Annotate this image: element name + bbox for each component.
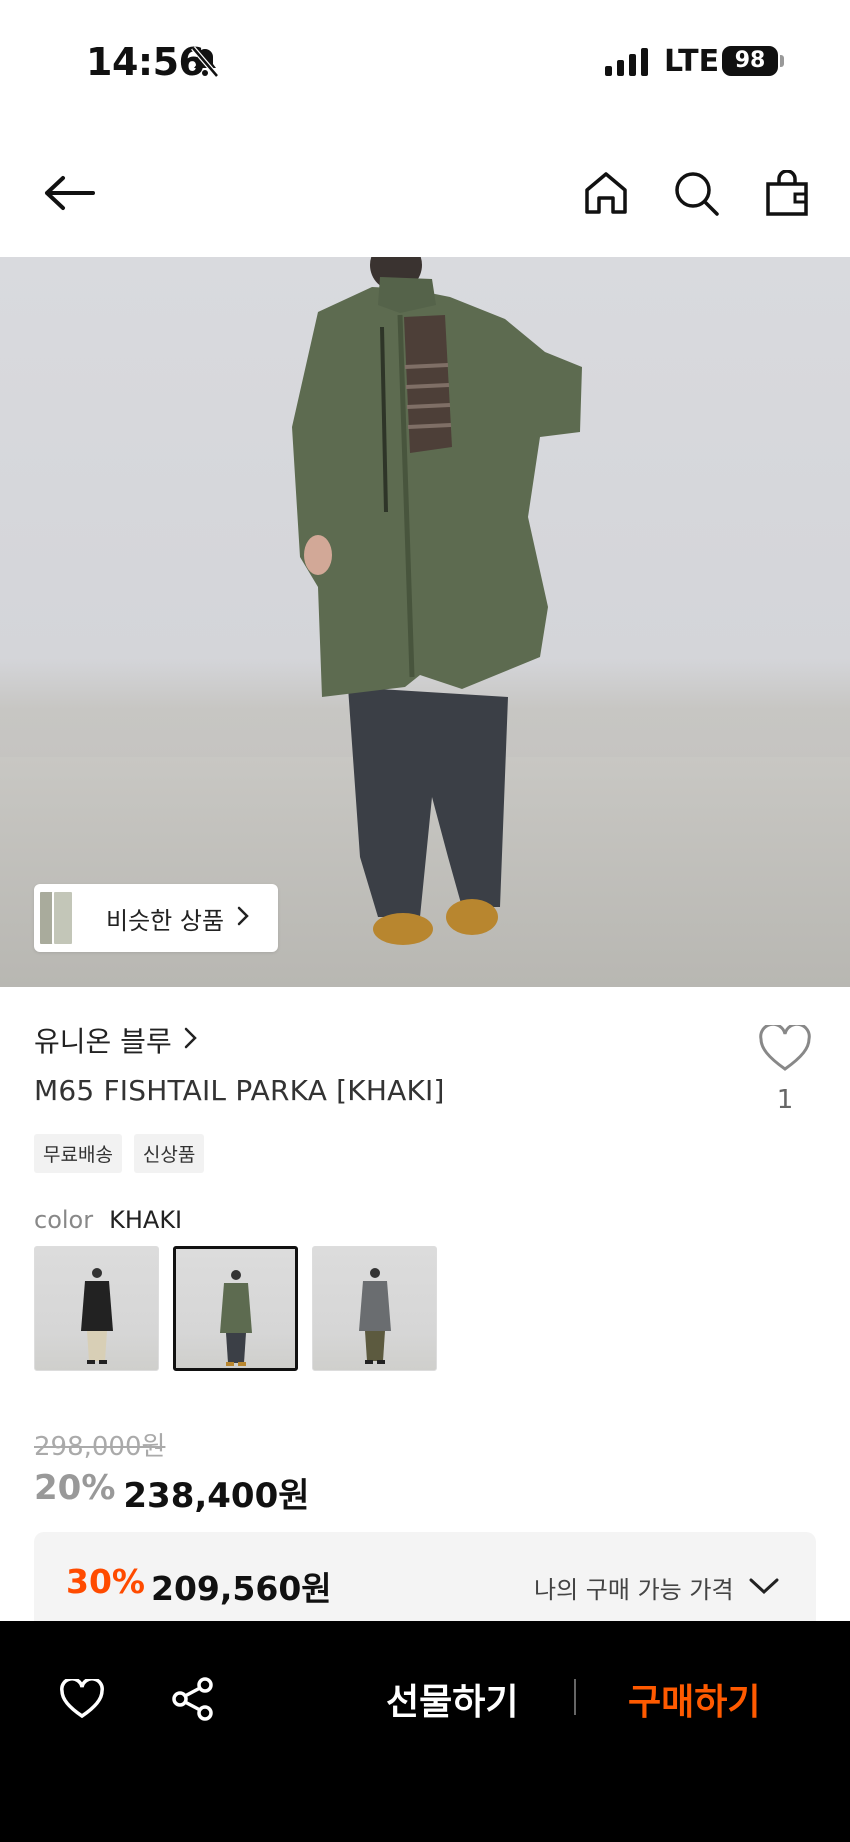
home-icon[interactable] — [577, 164, 635, 222]
like-count: 1 — [776, 1085, 794, 1115]
status-bar: 14:56 LTE 98 — [0, 0, 850, 125]
sale-price: 238,400원 — [123, 1476, 310, 1516]
product-tags: 무료배송 신상품 — [34, 1134, 205, 1173]
top-nav — [0, 150, 850, 256]
signal-icon — [605, 48, 649, 80]
bell-slash-icon — [190, 46, 220, 82]
brand-link[interactable]: 유니온 블루 — [34, 1020, 198, 1060]
network-type: LTE — [664, 44, 720, 79]
my-price-label: 나의 구매 가능 가격 — [534, 1576, 734, 1604]
original-price: 298,000원 — [34, 1432, 166, 1462]
tag-free-shipping: 무료배송 — [34, 1134, 122, 1173]
sale-price-row: 20% 238,400원 — [34, 1468, 310, 1517]
my-price-toggle[interactable]: 나의 구매 가능 가격 — [534, 1570, 780, 1605]
battery-level: 98 — [722, 46, 778, 76]
similar-products-button[interactable]: 비슷한 상품 — [34, 884, 278, 952]
similar-thumbs — [34, 884, 82, 952]
battery-tip — [780, 55, 784, 67]
similar-label: 비슷한 상품 — [106, 906, 225, 935]
color-swatches — [34, 1246, 437, 1371]
share-icon[interactable] — [163, 1669, 223, 1729]
search-icon[interactable] — [667, 164, 725, 222]
divider — [574, 1679, 576, 1715]
color-value: KHAKI — [109, 1206, 183, 1234]
my-discount-percent: 30% — [66, 1562, 145, 1601]
chevron-down-icon — [748, 1574, 780, 1602]
color-selector-label: color KHAKI — [34, 1206, 182, 1234]
swatch-black[interactable] — [34, 1246, 159, 1371]
tag-new: 신상품 — [133, 1134, 205, 1173]
like-button[interactable]: 1 — [756, 1022, 814, 1115]
back-arrow-icon[interactable] — [40, 164, 98, 222]
color-key: color — [34, 1206, 94, 1234]
status-time: 14:56 — [86, 40, 205, 84]
my-price: 209,560원 — [151, 1569, 332, 1608]
product-title: M65 FISHTAIL PARKA [KHAKI] — [34, 1074, 445, 1107]
model-figure — [292, 257, 582, 945]
discount-percent: 20% — [34, 1468, 116, 1508]
product-hero-image[interactable]: 비슷한 상품 — [0, 257, 850, 987]
brand-name: 유니온 블루 — [34, 1025, 172, 1058]
bag-icon[interactable] — [758, 164, 816, 222]
gift-button[interactable]: 선물하기 — [386, 1673, 518, 1725]
heart-icon[interactable] — [52, 1669, 112, 1729]
chevron-right-icon — [182, 1024, 198, 1057]
swatch-khaki[interactable] — [173, 1246, 298, 1371]
buy-button[interactable]: 구매하기 — [628, 1673, 760, 1725]
heart-icon — [758, 1022, 812, 1077]
chevron-right-icon — [236, 905, 250, 931]
swatch-gray[interactable] — [312, 1246, 437, 1371]
bottom-action-bar: 선물하기 구매하기 — [0, 1621, 850, 1842]
